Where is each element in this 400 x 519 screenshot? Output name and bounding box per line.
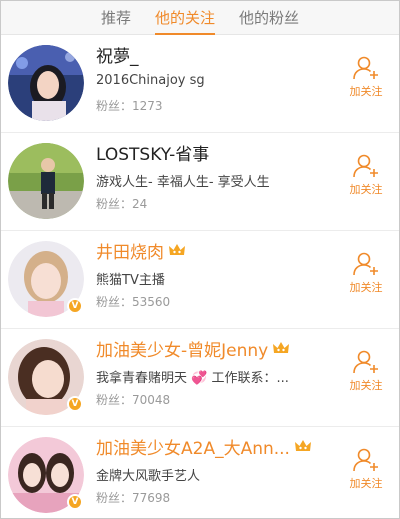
- fans-label: 粉丝：: [96, 491, 133, 505]
- follow-button[interactable]: 加关注: [343, 251, 389, 295]
- user-name[interactable]: LOSTSKY-省事: [96, 140, 209, 165]
- follow-label: 加关注: [349, 379, 383, 392]
- fans-label: 粉丝：: [96, 197, 133, 211]
- follow-button[interactable]: 加关注: [343, 55, 389, 99]
- verified-badge-icon: V: [67, 298, 83, 314]
- user-row[interactable]: 祝夢_ 2016Chinajoy sg 粉丝：1273 加关注: [1, 35, 399, 133]
- screen: 推荐 他的关注 他的粉丝 祝夢_ 2016Chinajoy sg 粉丝：1273…: [0, 0, 400, 519]
- user-info: 加油美少女A2A_大Ann... 金牌大风歌手艺人 粉丝：77698: [96, 433, 329, 505]
- tab-his-following[interactable]: 他的关注: [143, 0, 227, 35]
- user-name[interactable]: 加油美少女-曾妮Jenny: [96, 336, 268, 361]
- user-row[interactable]: V 加油美少女-曾妮Jenny 我拿青春赌明天 💞 工作联系：... 粉丝：70…: [1, 329, 399, 427]
- add-user-icon: [353, 252, 378, 276]
- user-description: 游戏人生- 幸福人生- 享受人生: [96, 175, 270, 189]
- user-name[interactable]: 井田烧肉: [96, 238, 164, 263]
- avatar-container[interactable]: [8, 45, 84, 121]
- avatar-container[interactable]: [8, 143, 84, 219]
- tab-bar: 推荐 他的关注 他的粉丝: [1, 1, 399, 35]
- user-info: 加油美少女-曾妮Jenny 我拿青春赌明天 💞 工作联系：... 粉丝：7004…: [96, 335, 329, 407]
- verified-badge-icon: V: [67, 396, 83, 412]
- follow-label: 加关注: [349, 183, 383, 196]
- follow-label: 加关注: [349, 477, 383, 490]
- add-user-icon: [353, 350, 378, 374]
- user-row[interactable]: LOSTSKY-省事 游戏人生- 幸福人生- 享受人生 粉丝：24 加关注: [1, 133, 399, 231]
- user-description: 2016Chinajoy sg: [96, 73, 205, 88]
- follow-button[interactable]: 加关注: [343, 153, 389, 197]
- fans-value: 53560: [132, 295, 171, 309]
- fans-count: 粉丝：24: [96, 195, 329, 211]
- fans-label: 粉丝：: [96, 393, 133, 407]
- add-user-icon: [353, 448, 378, 472]
- fans-value: 1273: [132, 99, 163, 113]
- user-description: 金牌大风歌手艺人: [96, 469, 201, 483]
- fans-count: 粉丝：70048: [96, 391, 329, 407]
- vip-crown-icon: [273, 342, 290, 353]
- user-info: 祝夢_ 2016Chinajoy sg 粉丝：1273: [96, 41, 329, 114]
- fans-value: 77698: [132, 491, 171, 505]
- user-description: 熊猫TV主播: [96, 273, 165, 287]
- user-name[interactable]: 祝夢_: [96, 42, 139, 67]
- avatar-container[interactable]: V: [8, 437, 84, 513]
- avatar-container[interactable]: V: [8, 241, 84, 317]
- avatar-container[interactable]: V: [8, 339, 84, 415]
- tab-his-followers[interactable]: 他的粉丝: [227, 0, 311, 34]
- add-user-icon: [353, 154, 378, 178]
- fans-count: 粉丝：1273: [96, 97, 329, 113]
- fans-value: 70048: [132, 393, 171, 407]
- avatar: [8, 45, 84, 121]
- tab-recommend[interactable]: 推荐: [89, 0, 143, 34]
- fans-count: 粉丝：77698: [96, 489, 329, 505]
- user-description: 我拿青春赌明天 💞 工作联系：...: [96, 371, 289, 385]
- fans-value: 24: [132, 197, 148, 211]
- fans-count: 粉丝：53560: [96, 293, 329, 309]
- fans-label: 粉丝：: [96, 99, 133, 113]
- user-info: 井田烧肉 熊猫TV主播 粉丝：53560: [96, 237, 329, 309]
- add-user-icon: [353, 56, 378, 80]
- verified-badge-icon: V: [67, 494, 83, 510]
- follow-button[interactable]: 加关注: [343, 349, 389, 393]
- user-list: 祝夢_ 2016Chinajoy sg 粉丝：1273 加关注 LOSTSKY-…: [1, 35, 399, 518]
- avatar: [8, 143, 84, 219]
- user-name[interactable]: 加油美少女A2A_大Ann...: [96, 434, 290, 459]
- follow-button[interactable]: 加关注: [343, 447, 389, 491]
- user-row[interactable]: V 加油美少女A2A_大Ann... 金牌大风歌手艺人 粉丝：77698 加关注: [1, 427, 399, 518]
- vip-crown-icon: [294, 440, 311, 451]
- follow-label: 加关注: [349, 281, 383, 294]
- fans-label: 粉丝：: [96, 295, 133, 309]
- follow-label: 加关注: [349, 85, 383, 98]
- vip-crown-icon: [169, 244, 185, 255]
- user-info: LOSTSKY-省事 游戏人生- 幸福人生- 享受人生 粉丝：24: [96, 139, 329, 212]
- user-row[interactable]: V 井田烧肉 熊猫TV主播 粉丝：53560 加关注: [1, 231, 399, 329]
